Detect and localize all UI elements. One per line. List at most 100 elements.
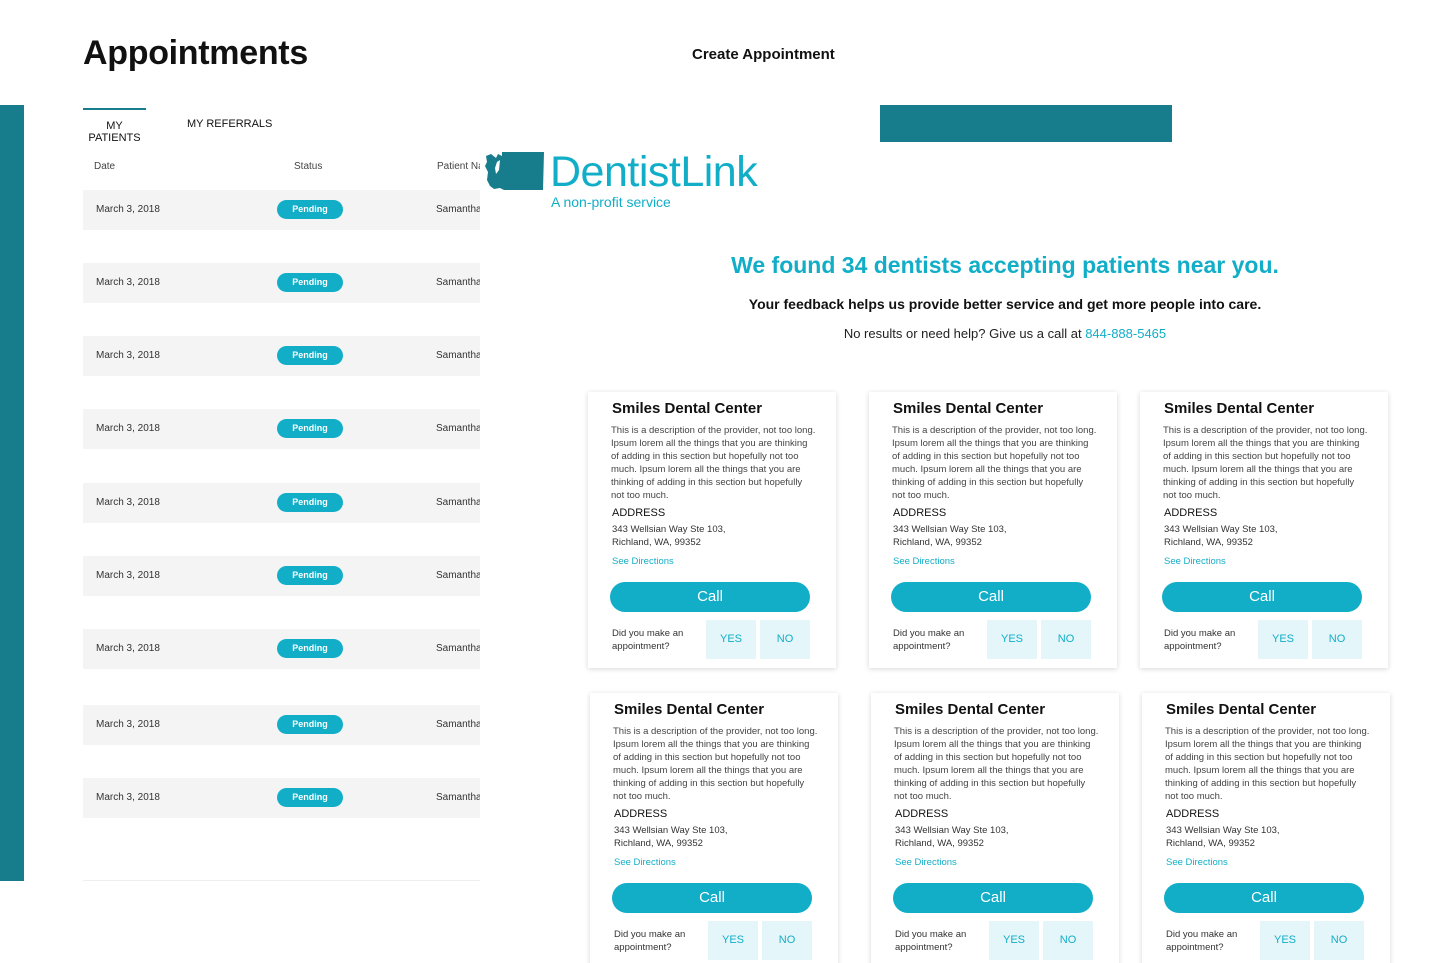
no-button[interactable]: NO [1043, 921, 1093, 960]
row-patient: Samantha [436, 204, 480, 215]
address-label: ADDRESS [614, 808, 668, 820]
brand-name: DentistLink [550, 148, 758, 196]
yes-button[interactable]: YES [706, 620, 756, 659]
appointment-question: Did you make an appointment? [1164, 628, 1236, 652]
help-text: No results or need help? Give us a call … [605, 326, 1405, 341]
dentist-description: This is a description of the provider, n… [1163, 425, 1368, 501]
no-button[interactable]: NO [1314, 921, 1364, 960]
row-patient: Samantha [436, 792, 480, 803]
yes-button[interactable]: YES [1258, 620, 1308, 659]
call-button[interactable]: Call [891, 582, 1091, 612]
row-date: March 3, 2018 [96, 643, 160, 654]
address-line1: 343 Wellsian Way Ste 103, [895, 825, 1009, 836]
dentist-card: Smiles Dental Center This is a descripti… [1142, 693, 1390, 963]
status-badge[interactable]: Pending [277, 273, 343, 292]
call-button[interactable]: Call [610, 582, 810, 612]
no-button[interactable]: NO [760, 620, 810, 659]
status-badge[interactable]: Pending [277, 200, 343, 219]
table-row[interactable]: March 3, 2018 Pending Samantha [83, 483, 480, 523]
status-badge[interactable]: Pending [277, 566, 343, 585]
table-row[interactable]: March 3, 2018 Pending Samantha [83, 778, 480, 818]
dentist-card: Smiles Dental Center This is a descripti… [869, 392, 1117, 668]
see-directions-link[interactable]: See Directions [893, 556, 955, 567]
feedback-text: Your feedback helps us provide better se… [748, 296, 1262, 312]
yes-button[interactable]: YES [987, 620, 1037, 659]
table-row[interactable]: March 3, 2018 Pending Samantha [83, 336, 480, 376]
address-line2: Richland, WA, 99352 [1166, 838, 1255, 849]
create-appointment-link[interactable]: Create Appointment [692, 46, 835, 63]
app-root: Appointments Create Appointment MY PATIE… [0, 0, 1440, 963]
table-row[interactable]: March 3, 2018 Pending Samantha [83, 409, 480, 449]
appointment-question: Did you make an appointment? [895, 929, 967, 953]
status-badge[interactable]: Pending [277, 419, 343, 438]
header-band [880, 105, 1172, 142]
table-divider [83, 880, 480, 881]
status-badge[interactable]: Pending [277, 715, 343, 734]
brand-tagline: A non-profit service [551, 194, 671, 210]
dentistlink-logo[interactable]: DentistLink A non-profit service [482, 148, 782, 218]
address-line1: 343 Wellsian Way Ste 103, [614, 825, 728, 836]
row-patient: Samantha [436, 277, 480, 288]
row-patient: Samantha [436, 643, 480, 654]
status-badge[interactable]: Pending [277, 639, 343, 658]
dentist-name: Smiles Dental Center [1164, 400, 1315, 417]
dentist-description: This is a description of the provider, n… [894, 726, 1099, 802]
row-date: March 3, 2018 [96, 719, 160, 730]
table-row[interactable]: March 3, 2018 Pending Samantha [83, 190, 480, 230]
dentist-description: This is a description of the provider, n… [892, 425, 1097, 501]
yes-button[interactable]: YES [708, 921, 758, 960]
address-line1: 343 Wellsian Way Ste 103, [1164, 524, 1278, 535]
row-patient: Samantha [436, 423, 480, 434]
status-badge[interactable]: Pending [277, 788, 343, 807]
address-line2: Richland, WA, 99352 [1164, 537, 1253, 548]
call-button[interactable]: Call [1162, 582, 1362, 612]
table-row[interactable]: March 3, 2018 Pending Samantha [83, 705, 480, 745]
see-directions-link[interactable]: See Directions [1164, 556, 1226, 567]
dentist-name: Smiles Dental Center [895, 701, 1046, 718]
see-directions-link[interactable]: See Directions [1166, 857, 1228, 868]
see-directions-link[interactable]: See Directions [612, 556, 674, 567]
row-date: March 3, 2018 [96, 350, 160, 361]
no-button[interactable]: NO [762, 921, 812, 960]
dentist-name: Smiles Dental Center [612, 400, 763, 417]
address-line2: Richland, WA, 99352 [612, 537, 701, 548]
no-button[interactable]: NO [1041, 620, 1091, 659]
help-prefix: No results or need help? Give us a call … [843, 326, 1086, 341]
row-patient: Samantha [436, 570, 480, 581]
table-row[interactable]: March 3, 2018 Pending Samantha [83, 629, 480, 669]
sidebar-bar [0, 105, 24, 881]
yes-button[interactable]: YES [1260, 921, 1310, 960]
appointment-question: Did you make an appointment? [893, 628, 965, 652]
phone-link[interactable]: 844-888-5465 [1085, 326, 1166, 341]
no-button[interactable]: NO [1312, 620, 1362, 659]
table-row[interactable]: March 3, 2018 Pending Samantha [83, 556, 480, 596]
row-date: March 3, 2018 [96, 277, 160, 288]
yes-button[interactable]: YES [989, 921, 1039, 960]
row-date: March 3, 2018 [96, 792, 160, 803]
dentist-card: Smiles Dental Center This is a descripti… [1140, 392, 1388, 668]
call-button[interactable]: Call [893, 883, 1093, 913]
dentist-name: Smiles Dental Center [1166, 701, 1317, 718]
tab-my-patients[interactable]: MY PATIENTS [83, 108, 146, 144]
address-label: ADDRESS [895, 808, 949, 820]
call-button[interactable]: Call [612, 883, 812, 913]
row-date: March 3, 2018 [96, 570, 160, 581]
dentist-card: Smiles Dental Center This is a descripti… [588, 392, 836, 668]
status-badge[interactable]: Pending [277, 493, 343, 512]
appointment-question: Did you make an appointment? [1166, 929, 1238, 953]
status-badge[interactable]: Pending [277, 346, 343, 365]
tab-my-referrals[interactable]: MY REFERRALS [187, 108, 272, 130]
address-label: ADDRESS [1164, 507, 1218, 519]
dentist-card: Smiles Dental Center This is a descripti… [871, 693, 1119, 963]
call-button[interactable]: Call [1164, 883, 1364, 913]
address-label: ADDRESS [612, 507, 666, 519]
page-title: Appointments [83, 34, 308, 72]
table-row[interactable]: March 3, 2018 Pending Samantha [83, 263, 480, 303]
appointment-question: Did you make an appointment? [612, 628, 684, 652]
see-directions-link[interactable]: See Directions [614, 857, 676, 868]
dentist-name: Smiles Dental Center [893, 400, 1044, 417]
row-patient: Samantha [436, 497, 480, 508]
address-label: ADDRESS [1166, 808, 1220, 820]
dentist-name: Smiles Dental Center [614, 701, 765, 718]
see-directions-link[interactable]: See Directions [895, 857, 957, 868]
